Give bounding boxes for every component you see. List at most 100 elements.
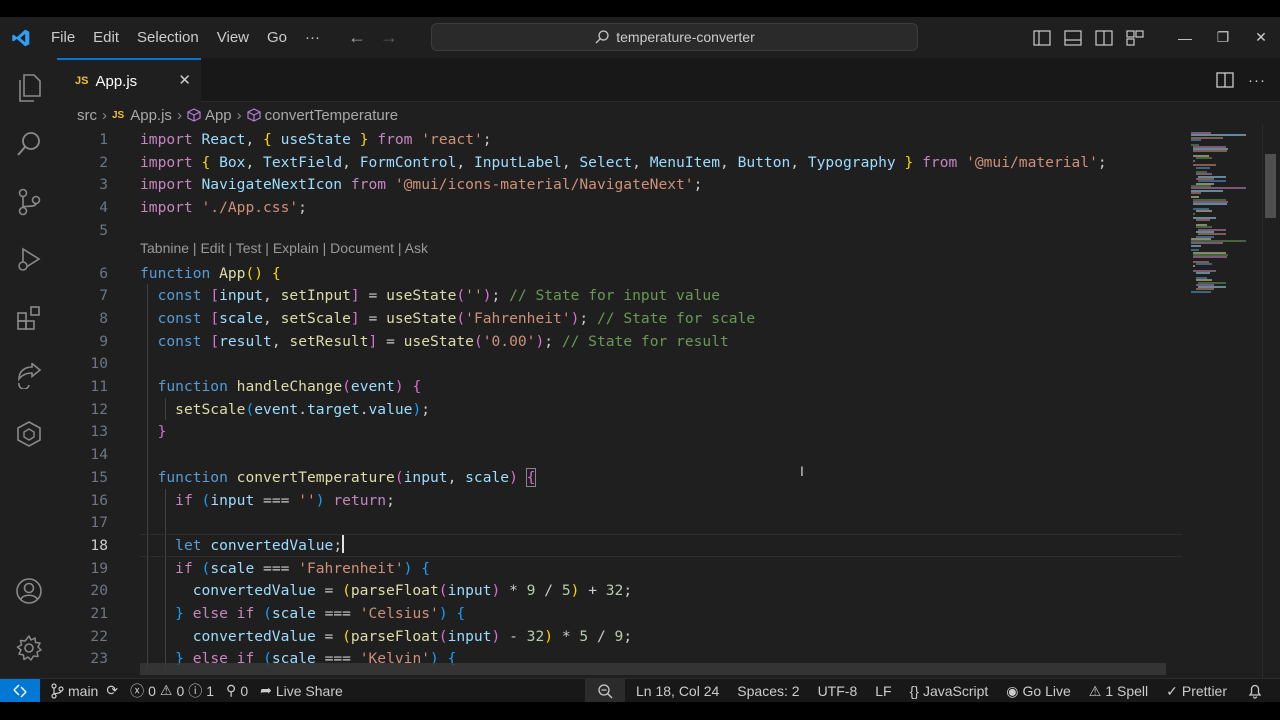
menu-selection[interactable]: Selection: [128, 17, 208, 58]
line-number: 11: [90, 378, 108, 395]
menu-view[interactable]: View: [208, 17, 258, 58]
problems-indicator[interactable]: ⓧ 0 ⚠ 0 ⓘ 1: [124, 679, 220, 703]
minimap-line: [1193, 265, 1195, 268]
line-number: 8: [99, 309, 108, 327]
menu-file[interactable]: File: [42, 17, 84, 58]
end-of-line[interactable]: LF: [866, 679, 900, 703]
code-text: function convertTemperature(input, scale…: [157, 467, 537, 487]
editor-group: JS App.js ✕ ··· src › JS App.js › App › …: [57, 58, 1280, 678]
minimap-line: [1191, 244, 1201, 247]
live-share-icon: ➦: [260, 682, 272, 698]
toggle-primary-sidebar-icon[interactable]: [1026, 17, 1057, 58]
line-number: 19: [90, 559, 108, 577]
forward-arrow-icon[interactable]: →: [373, 17, 405, 58]
remote-indicator-icon[interactable]: [0, 678, 40, 703]
more-actions-icon[interactable]: ···: [1248, 72, 1266, 89]
code-text: const [result, setResult] = useState('0.…: [157, 332, 729, 350]
minimap-line: [1193, 212, 1195, 215]
run-debug-icon[interactable]: [0, 235, 57, 285]
line-number: 14: [90, 446, 108, 464]
command-center-search[interactable]: temperature-converter: [431, 23, 918, 51]
braces-icon: {}: [909, 683, 919, 699]
toggle-panel-icon[interactable]: [1057, 17, 1088, 58]
live-share-label: Live Share: [275, 682, 343, 699]
code-text: if (scale === 'Fahrenheit') {: [175, 559, 431, 577]
customize-layout-icon[interactable]: [1119, 17, 1150, 58]
mouse-text-cursor-icon: I: [800, 463, 804, 479]
prettier-indicator[interactable]: ✓ Prettier: [1157, 679, 1236, 703]
source-control-icon[interactable]: [0, 177, 57, 227]
ports-indicator[interactable]: ⚲ 0: [220, 679, 254, 703]
back-arrow-icon[interactable]: ←: [341, 17, 373, 58]
live-share-icon[interactable]: [0, 351, 57, 401]
codelens-actions[interactable]: Tabnine | Edit | Test | Explain | Docume…: [140, 240, 428, 256]
search-icon[interactable]: [0, 119, 57, 169]
language-label: JavaScript: [922, 683, 989, 699]
explorer-icon[interactable]: [0, 63, 57, 113]
go-live-button[interactable]: ◉ Go Live: [997, 679, 1079, 703]
language-mode[interactable]: {} JavaScript: [901, 679, 998, 703]
zoom-icon[interactable]: [585, 679, 625, 703]
code-text: import { Box, TextField, FormControl, In…: [140, 153, 1107, 171]
method-cube-icon: [187, 108, 201, 122]
status-bar: main ⟳ ⓧ 0 ⚠ 0 ⓘ 1 ⚲ 0 ➦ Live Share Ln 1…: [0, 678, 1280, 703]
code-text: convertedValue = (parseFloat(input) - 32…: [192, 627, 633, 645]
scrollbar-thumb[interactable]: [1265, 154, 1276, 218]
notifications-bell-icon[interactable]: [1236, 679, 1280, 703]
extensions-icon[interactable]: [0, 293, 57, 343]
breadcrumb-folder[interactable]: src: [77, 107, 97, 124]
breadcrumb-file[interactable]: App.js: [130, 107, 172, 124]
code-text: const [input, setInput] = useState(''); …: [157, 287, 720, 305]
code-text: convertedValue = (parseFloat(input) * 9 …: [192, 582, 633, 600]
cursor-position[interactable]: Ln 18, Col 24: [625, 679, 728, 703]
split-editor-icon[interactable]: [1216, 72, 1234, 88]
line-number: 7: [99, 287, 108, 305]
sync-icon[interactable]: ⟳: [106, 682, 118, 699]
info-count: 1: [206, 682, 215, 699]
line-number: 2: [99, 153, 108, 171]
code-text: } else if (scale === 'Celsius') {: [175, 605, 466, 622]
tab-app-js[interactable]: JS App.js ✕: [57, 58, 201, 102]
toggle-secondary-sidebar-icon[interactable]: [1088, 17, 1119, 58]
line-number: 15: [90, 468, 108, 486]
line-number: 9: [99, 332, 108, 350]
indentation[interactable]: Spaces: 2: [728, 679, 808, 703]
minimap-line: [1195, 210, 1213, 213]
code-editor[interactable]: Tabnine | Edit | Test | Explain | Docume…: [57, 128, 1187, 678]
horizontal-scrollbar[interactable]: [140, 663, 1166, 675]
search-icon: [595, 30, 609, 44]
code-text: let convertedValue;: [175, 534, 345, 554]
vertical-scrollbar[interactable]: [1262, 124, 1276, 678]
restore-button[interactable]: ❐: [1204, 17, 1242, 58]
spell-check-indicator[interactable]: ⚠ 1 Spell: [1080, 679, 1157, 703]
settings-gear-icon[interactable]: [0, 623, 57, 673]
line-number: 6: [99, 264, 108, 282]
close-window-button[interactable]: ✕: [1242, 17, 1280, 58]
breadcrumb-symbol-app[interactable]: App: [205, 107, 232, 124]
account-icon[interactable]: [0, 566, 57, 616]
branch-name: main: [68, 682, 99, 699]
title-bar: File Edit Selection View Go ··· ← → temp…: [0, 17, 1280, 58]
chevron-right-icon: ›: [236, 106, 242, 124]
minimap-line: [1191, 191, 1201, 194]
line-number: 21: [90, 605, 108, 622]
encoding[interactable]: UTF-8: [809, 679, 867, 703]
menu-edit[interactable]: Edit: [84, 17, 128, 58]
minimap[interactable]: [1187, 124, 1265, 678]
warning-count: 0: [176, 682, 185, 699]
error-icon: ⓧ: [130, 682, 145, 699]
code-text: const [scale, setScale] = useState('Fahr…: [157, 309, 756, 327]
minimap-line: [1195, 263, 1213, 266]
close-tab-icon[interactable]: ✕: [178, 71, 191, 89]
menu-go[interactable]: Go: [258, 17, 296, 58]
menu-more[interactable]: ···: [296, 17, 329, 58]
live-share-button[interactable]: ➦ Live Share: [254, 679, 349, 703]
minimize-button[interactable]: —: [1166, 17, 1204, 58]
code-text: function handleChange(event) {: [157, 378, 422, 395]
workspace-title: temperature-converter: [616, 29, 755, 45]
breadcrumb-symbol-function[interactable]: convertTemperature: [265, 107, 398, 124]
tabnine-icon[interactable]: [0, 409, 57, 459]
code-text: }: [157, 423, 167, 441]
branch-indicator[interactable]: main ⟳: [44, 679, 124, 703]
tab-bar: JS App.js ✕ ···: [57, 58, 1280, 102]
